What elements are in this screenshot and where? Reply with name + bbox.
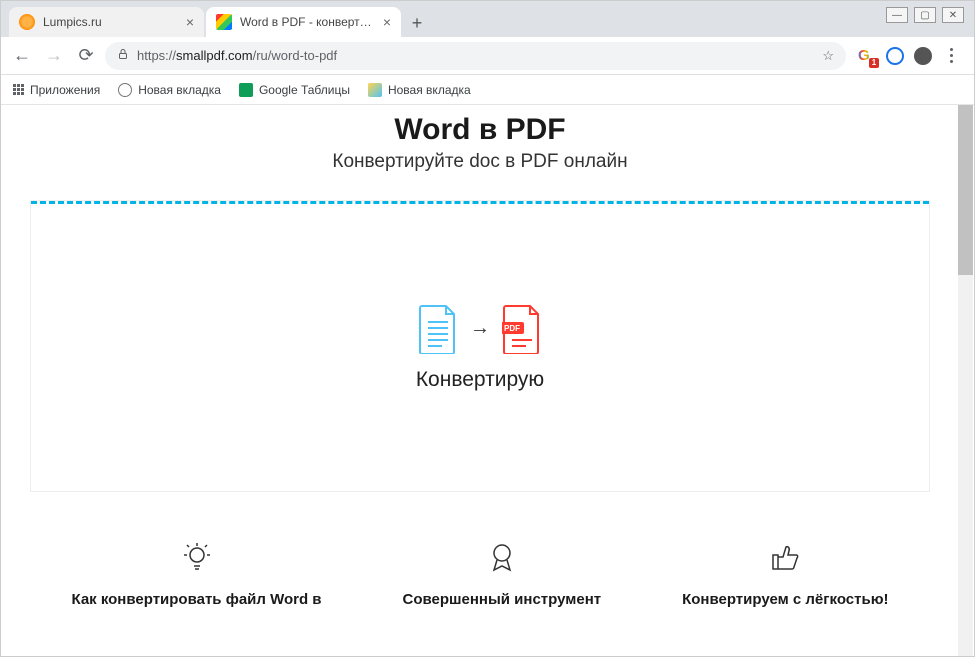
maximize-button[interactable]: ▢ [914,7,936,23]
minimize-button[interactable]: — [886,7,908,23]
converting-status-label: Конвертирую [416,368,544,392]
forward-button[interactable]: → [41,43,67,69]
url-scheme: https:// [137,48,176,63]
award-icon [486,541,518,573]
page-content: Word в PDF Конвертируйте doc в PDF онлай… [1,105,959,656]
page-subtitle: Конвертируйте doc в PDF онлайн [31,151,929,173]
globe-icon[interactable] [886,47,904,65]
sheets-icon [239,83,253,97]
feature-card: Совершенный инструмент [403,541,602,608]
doc-file-icon [418,304,458,354]
lightbulb-icon [181,541,213,573]
kebab-menu-icon[interactable] [942,47,960,65]
scrollbar-thumb[interactable] [958,105,973,275]
tab-smallpdf[interactable]: Word в PDF - конвертируйте DO × [206,7,401,37]
lock-icon [117,48,129,63]
apps-grid-icon [13,84,24,95]
extension-area: G1 [852,47,966,65]
bookmark-label: Google Таблицы [259,83,350,97]
thumbs-up-icon [769,541,801,573]
page-viewport: Word в PDF Конвертируйте doc в PDF онлай… [1,105,974,656]
bookmark-label: Новая вкладка [388,83,471,97]
extension-badge: 1 [869,58,879,68]
apps-label: Приложения [30,83,100,97]
url-path: /ru/word-to-pdf [253,48,338,63]
feature-title: Конвертируем с лёгкостью! [682,591,888,608]
svg-text:PDF: PDF [504,324,520,333]
features-row: Как конвертировать файл Word в Совершенн… [31,541,929,608]
new-tab-button[interactable]: + [403,9,431,37]
apps-button[interactable]: Приложения [13,83,100,97]
image-icon [368,83,382,97]
page-title: Word в PDF [31,113,929,147]
favicon-lumpics [19,14,35,30]
url-host: smallpdf.com [176,48,253,63]
favicon-smallpdf [216,14,232,30]
browser-toolbar: ← → ⟳ https:// smallpdf.com /ru/word-to-… [1,37,974,75]
close-tab-icon[interactable]: × [383,14,391,30]
bookmarks-bar: Приложения Новая вкладка Google Таблицы … [1,75,974,105]
feature-card: Конвертируем с лёгкостью! [682,541,888,608]
arrow-right-icon: → [470,317,490,340]
close-tab-icon[interactable]: × [186,14,194,30]
tab-title: Lumpics.ru [43,15,178,29]
bookmark-star-icon[interactable]: ☆ [822,48,834,64]
tab-title: Word в PDF - конвертируйте DO [240,15,375,29]
conversion-drop-zone[interactable]: → PDF Конвертирую [31,201,929,491]
reload-button[interactable]: ⟳ [73,43,99,69]
close-window-button[interactable]: ✕ [942,7,964,23]
globe-icon [118,83,132,97]
conversion-graphic: → PDF [418,304,542,354]
bookmark-label: Новая вкладка [138,83,221,97]
feature-title: Совершенный инструмент [403,591,602,608]
tab-lumpics[interactable]: Lumpics.ru × [9,7,204,37]
extension-g-icon[interactable]: G1 [858,47,876,65]
feature-title: Как конвертировать файл Word в [71,591,321,608]
profile-avatar[interactable] [914,47,932,65]
pdf-file-icon: PDF [502,304,542,354]
feature-card: Как конвертировать файл Word в [71,541,321,608]
bookmark-item[interactable]: Новая вкладка [118,83,221,97]
address-bar[interactable]: https:// smallpdf.com /ru/word-to-pdf ☆ [105,42,846,70]
window-controls: — ▢ ✕ [886,7,964,23]
bookmark-item[interactable]: Новая вкладка [368,83,471,97]
back-button[interactable]: ← [9,43,35,69]
bookmark-item[interactable]: Google Таблицы [239,83,350,97]
tab-strip: Lumpics.ru × Word в PDF - конвертируйте … [1,1,974,37]
